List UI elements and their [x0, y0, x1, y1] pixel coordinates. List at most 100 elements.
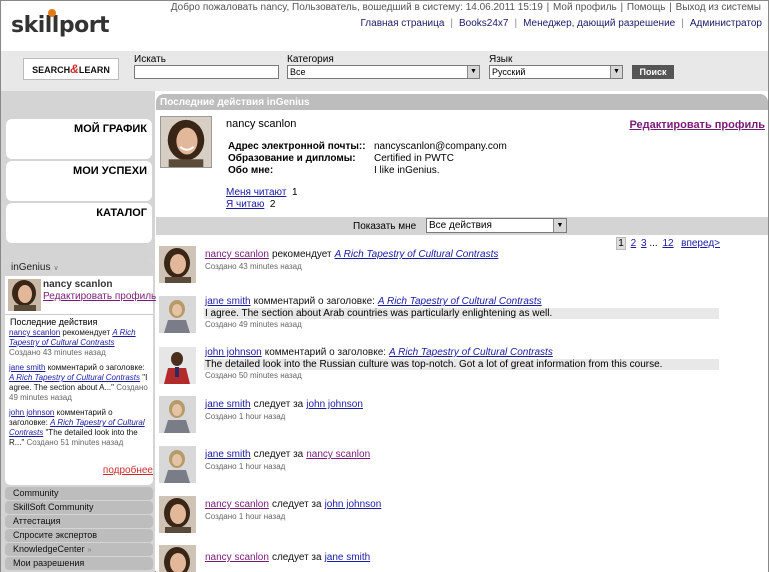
followers-count: 1 — [291, 187, 298, 198]
user-link[interactable]: nancy scanlon — [205, 552, 269, 563]
page-link[interactable]: 12 — [662, 238, 673, 249]
more-link[interactable]: подробнее — [103, 465, 153, 476]
my-schedule-box[interactable]: МОЙ ГРАФИК — [6, 119, 152, 159]
user-link[interactable]: john johnson — [9, 408, 54, 417]
my-progress-box[interactable]: МОИ УСПЕХИ — [6, 161, 152, 201]
user-link[interactable]: jane smith — [205, 296, 251, 307]
main-content: Последние действия inGenius nancy scanlo… — [156, 91, 768, 572]
activity-verb: комментарий о заголовке: — [264, 347, 387, 358]
category-value: Все — [290, 67, 306, 77]
chevron-down-icon: ▼ — [467, 66, 479, 78]
edit-profile-link[interactable]: Редактировать профиль — [629, 119, 765, 131]
comment-text: The detailed look into the Russian cultu… — [204, 359, 719, 370]
sidebar-item-certification[interactable]: Аттестация — [5, 515, 153, 528]
avatar — [159, 446, 196, 483]
activity-verb: рекомендует — [271, 249, 332, 260]
avatar — [159, 347, 196, 384]
search-label: Искать — [134, 54, 166, 65]
email-value: nancyscanlon@company.com — [374, 141, 507, 152]
user-link[interactable]: nancy scanlon — [205, 249, 269, 260]
activity-filter-select[interactable]: Все действия ▼ — [426, 218, 567, 233]
nav-home[interactable]: Главная страница — [360, 18, 444, 29]
user-link[interactable]: jane smith — [325, 552, 371, 563]
page-link[interactable]: 3 — [641, 238, 647, 249]
logout-link[interactable]: Выход из системы — [676, 2, 761, 13]
help-link[interactable]: Помощь — [627, 2, 666, 13]
filter-bar: Показать мне Все действия ▼ — [156, 217, 768, 235]
profile-name: nancy scanlon — [226, 118, 297, 130]
following-link[interactable]: Я читаю — [226, 199, 264, 210]
education-value: Certified in PWTC — [374, 153, 455, 164]
next-page-link[interactable]: вперед> — [681, 238, 720, 249]
user-link[interactable]: nancy scanlon — [9, 328, 60, 337]
user-link[interactable]: john johnson — [325, 499, 382, 510]
catalog-box[interactable]: КАТАЛОГ — [6, 203, 152, 243]
course-link[interactable]: A Rich Tapestry of Cultural Contrasts — [378, 296, 542, 307]
avatar — [159, 396, 196, 433]
sidebar-item-label: KnowledgeCenter — [13, 544, 85, 554]
activity-verb: следует за — [271, 499, 322, 510]
sidebar-item-knowledgecenter[interactable]: KnowledgeCenter» — [5, 543, 153, 556]
sidebar-menu: Community SkillSoft Community Аттестация… — [5, 487, 153, 571]
logo-text: skillport — [11, 13, 110, 38]
user-link[interactable]: jane smith — [9, 363, 45, 372]
activity-verb: комментарий о заголовке: — [47, 363, 145, 372]
user-link[interactable]: john johnson — [205, 347, 262, 358]
language-select[interactable]: Русский ▼ — [489, 65, 623, 79]
activity-verb: следует за — [271, 552, 322, 563]
chevron-down-icon: ∨ — [53, 265, 59, 272]
comment-text: I agree. The section about Arab countrie… — [204, 308, 719, 319]
user-link[interactable]: jane smith — [205, 399, 251, 410]
user-link[interactable]: nancy scanlon — [205, 499, 269, 510]
skillport-logo[interactable]: skillport — [11, 9, 110, 38]
category-select[interactable]: Все ▼ — [287, 65, 480, 79]
follow-stats: Меня читают 1 Я читаю 2 — [226, 187, 298, 211]
timestamp: Создано 49 minutes назад — [205, 320, 302, 329]
welcome-text: Добро пожаловать nancy, Пользователь, во… — [170, 2, 543, 13]
field-label: Адрес электронной почты:: — [228, 141, 366, 152]
ingenius-header[interactable]: inGenius ∨ — [5, 259, 153, 276]
timestamp: Создано 1 hour назад — [205, 512, 286, 521]
user-link[interactable]: jane smith — [205, 449, 251, 460]
page-link[interactable]: 2 — [631, 238, 637, 249]
avatar — [159, 246, 196, 283]
filter-label: Показать мне — [353, 221, 417, 232]
avatar — [159, 545, 196, 572]
user-link[interactable]: nancy scanlon — [306, 449, 370, 460]
nav-administrator[interactable]: Администратор — [690, 18, 762, 29]
timestamp: Создано 43 minutes назад — [9, 348, 106, 357]
page-ellipsis: ... — [649, 238, 658, 249]
language-value: Русский — [492, 67, 526, 77]
ingenius-widget: inGenius ∨ nancy scanlon Редактировать пр… — [5, 259, 156, 485]
search-input[interactable] — [134, 65, 279, 79]
page-current: 1 — [616, 237, 626, 250]
language-label: Язык — [489, 54, 513, 65]
course-link[interactable]: A Rich Tapestry of Cultural Contrasts — [389, 347, 553, 358]
timestamp: Создано 43 minutes назад — [205, 262, 302, 271]
nav-books24x7[interactable]: Books24x7 — [459, 18, 508, 29]
edit-profile-link[interactable]: Редактировать профиль — [43, 291, 156, 302]
chevron-down-icon: ▼ — [553, 219, 566, 232]
field-label: Обо мне: — [228, 165, 274, 176]
course-link[interactable]: A Rich Tapestry of Cultural Contrasts — [9, 373, 140, 382]
activity-verb: следует за — [253, 449, 304, 460]
sidebar-item-community[interactable]: Community — [5, 487, 153, 500]
followers-link[interactable]: Меня читают — [226, 187, 286, 198]
course-link[interactable]: A Rich Tapestry of Cultural Contrasts — [335, 249, 499, 260]
search-button[interactable]: Поиск — [632, 65, 674, 79]
page-title: Последние действия inGenius — [156, 94, 768, 110]
pagination: 1 2 3 ... 12 вперед> — [616, 237, 720, 250]
sidebar-item-ask-experts[interactable]: Спросите экспертов — [5, 529, 153, 542]
sidebar-item-skillsoft-community[interactable]: SkillSoft Community — [5, 501, 153, 514]
nav-approval-manager[interactable]: Менеджер, дающий разрешение — [523, 18, 675, 29]
timestamp: Создано 51 minutes назад — [26, 438, 124, 447]
ingenius-title: inGenius — [11, 262, 51, 273]
my-profile-link[interactable]: Мой профиль — [553, 2, 617, 13]
activity-verb: следует за — [253, 399, 304, 410]
field-label: Образование и дипломы: — [228, 153, 356, 164]
list-item: john johnson комментарий о заголовке: A … — [9, 408, 151, 448]
user-link[interactable]: john johnson — [306, 399, 363, 410]
welcome-bar: Добро пожаловать nancy, Пользователь, во… — [170, 2, 761, 13]
profile-photo — [160, 116, 212, 168]
sidebar-item-my-approvals[interactable]: Мои разрешения — [5, 557, 153, 570]
